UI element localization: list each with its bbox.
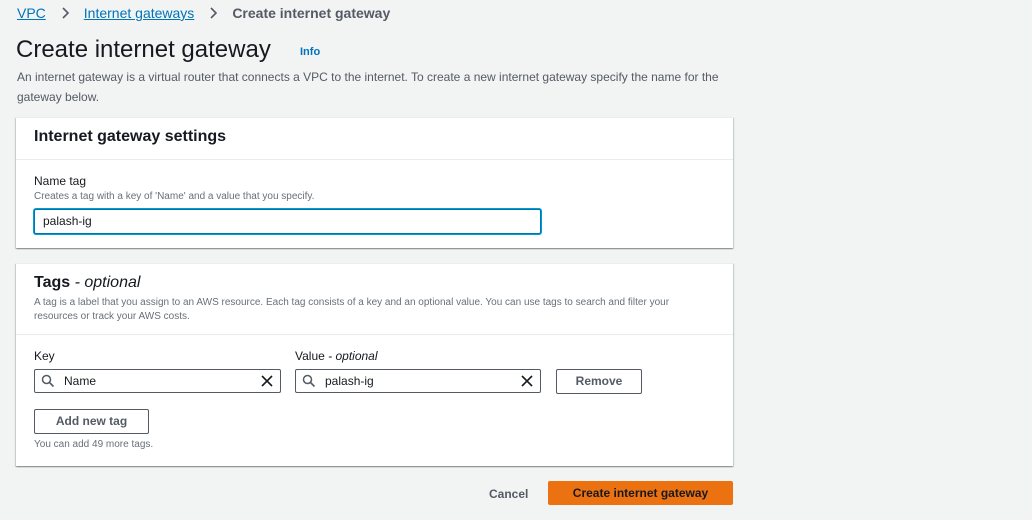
search-icon <box>41 374 55 388</box>
optional-label: - optional <box>324 349 378 363</box>
tags-panel: Tags - optional A tag is a label that yo… <box>16 263 733 466</box>
tag-value-value: palash-ig <box>325 374 374 388</box>
panel-title: Internet gateway settings <box>34 128 227 145</box>
tag-key-input[interactable]: Name <box>34 369 281 393</box>
tag-value-input[interactable]: palash-ig <box>295 369 541 393</box>
breadcrumb-internet-gateways-link[interactable]: Internet gateways <box>84 5 195 21</box>
name-tag-label: Name tag <box>34 174 87 188</box>
info-link[interactable]: Info <box>300 46 320 58</box>
optional-label: - optional <box>70 274 141 291</box>
cancel-button[interactable]: Cancel <box>489 487 528 501</box>
page-title: Create internet gateway <box>16 36 271 63</box>
breadcrumb-current: Create internet gateway <box>232 5 391 21</box>
tags-description: A tag is a label that you assign to an A… <box>34 297 670 322</box>
name-tag-input[interactable]: palash-ig <box>34 209 541 234</box>
create-internet-gateway-button[interactable]: Create internet gateway <box>548 481 733 505</box>
value-column-label: Value - optional <box>295 349 378 363</box>
name-tag-description: Creates a tag with a key of 'Name' and a… <box>34 191 315 202</box>
clear-icon[interactable] <box>520 374 534 388</box>
remove-tag-button[interactable]: Remove <box>556 369 642 394</box>
tag-limit-hint: You can add 49 more tags. <box>34 439 154 450</box>
panel-header: Tags - optional A tag is a label that yo… <box>16 264 733 335</box>
chevron-right-icon <box>206 6 220 20</box>
breadcrumb: VPC Internet gateways Create internet ga… <box>17 4 390 22</box>
add-new-tag-button[interactable]: Add new tag <box>34 409 149 434</box>
internet-gateway-settings-panel: Internet gateway settings Name tag Creat… <box>16 117 733 248</box>
panel-title: Tags - optional <box>34 274 715 292</box>
key-column-label: Key <box>34 349 55 363</box>
search-icon <box>302 374 316 388</box>
value-label: Value <box>295 349 325 363</box>
chevron-right-icon <box>58 6 72 20</box>
tag-key-value: Name <box>64 374 97 388</box>
panel-header: Internet gateway settings <box>16 118 733 160</box>
breadcrumb-vpc-link[interactable]: VPC <box>17 5 46 21</box>
page-description: An internet gateway is a virtual router … <box>17 70 719 104</box>
tags-title: Tags <box>34 274 71 291</box>
clear-icon[interactable] <box>260 374 274 388</box>
